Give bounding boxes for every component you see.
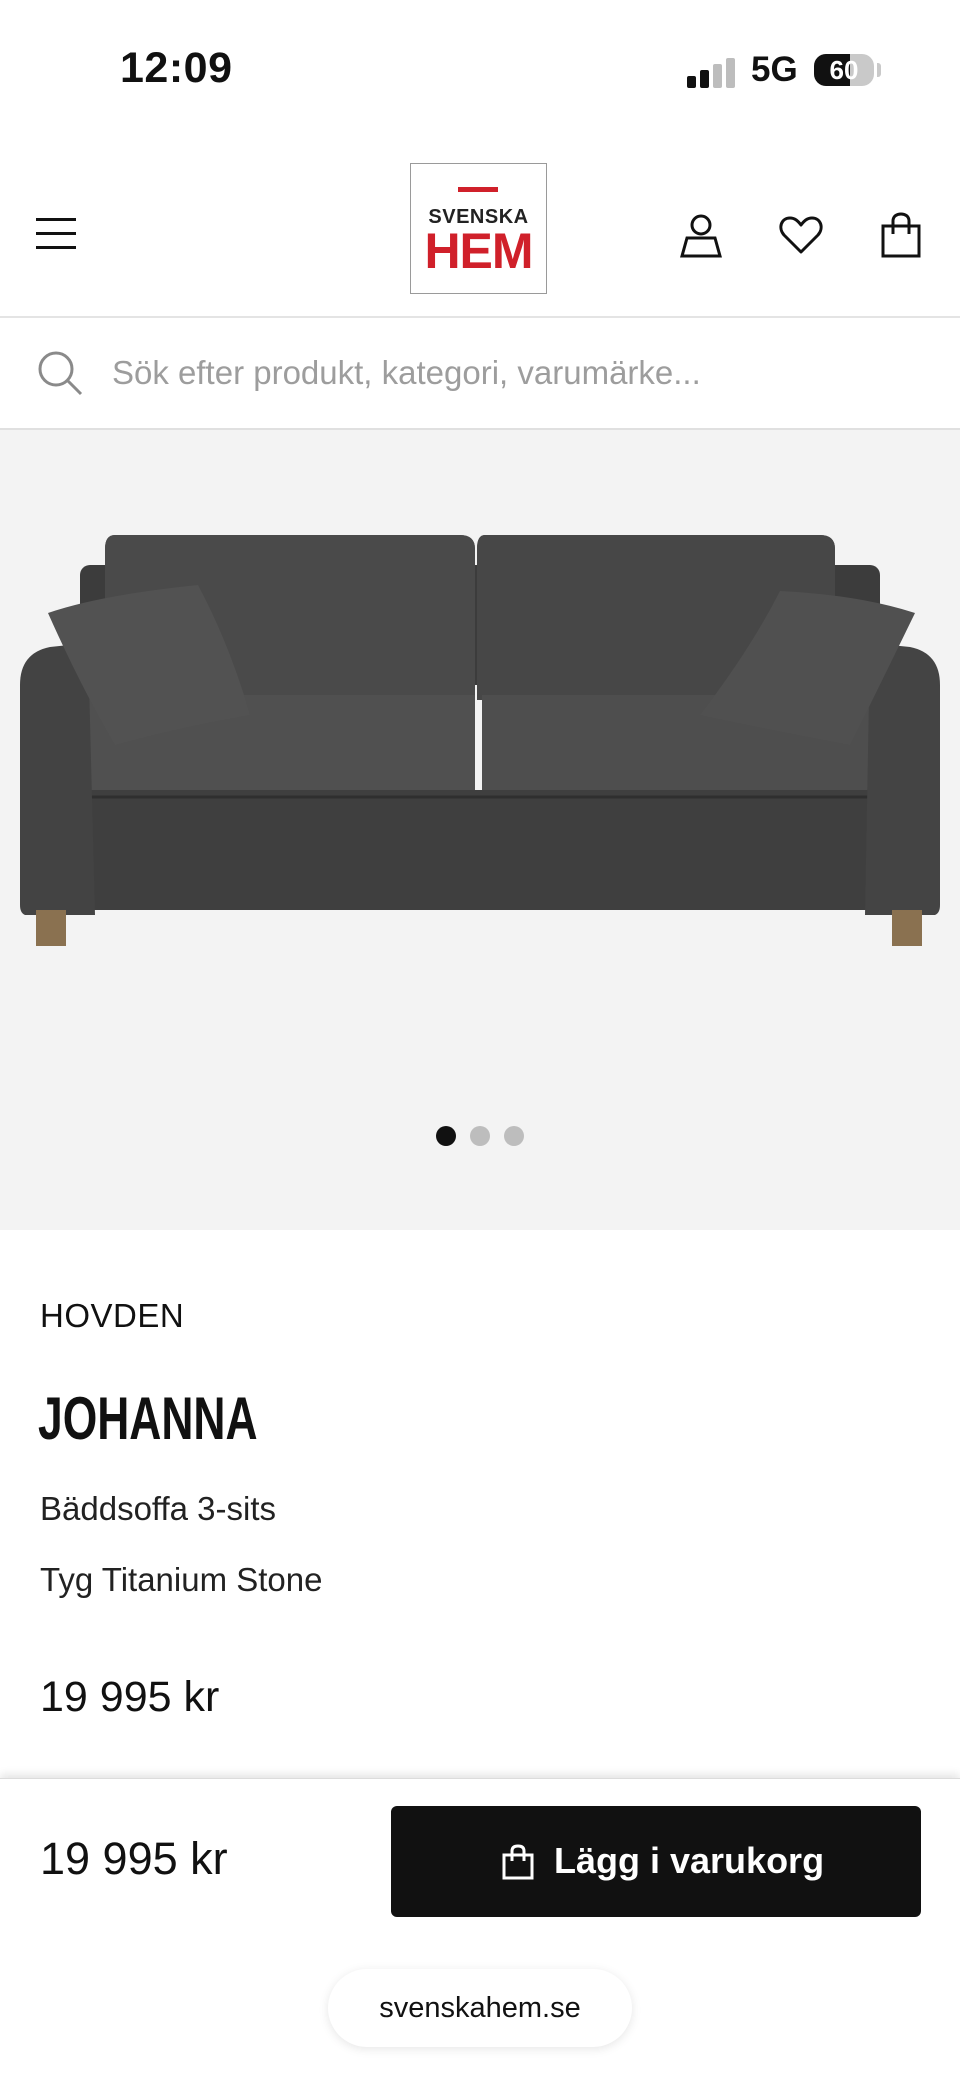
shopping-bag-icon	[501, 1844, 535, 1880]
status-bar: 12:09 5G 60	[0, 0, 960, 140]
product-image-sofa	[20, 535, 940, 946]
logo-text-hem: HEM	[424, 223, 533, 279]
signal-strength-icon	[687, 56, 737, 88]
battery-tip	[877, 63, 881, 77]
product-type: Bäddsoffa 3-sits	[40, 1490, 277, 1527]
account-icon[interactable]	[678, 212, 724, 258]
battery-icon: 60	[814, 54, 874, 86]
site-header: SVENSKA HEM	[0, 140, 960, 318]
search-input[interactable]	[110, 346, 914, 400]
hamburger-menu-button[interactable]	[36, 216, 80, 252]
logo-bar	[458, 187, 498, 192]
browser-url: svenskahem.se	[379, 1992, 581, 2024]
product-image-gallery[interactable]	[0, 430, 960, 1230]
gallery-dot[interactable]	[504, 1126, 524, 1146]
search-bar	[0, 318, 960, 430]
gallery-pagination	[0, 1126, 960, 1151]
product-brand[interactable]: HOVDEN	[40, 1297, 184, 1335]
sticky-price: 19 995 kr	[40, 1833, 228, 1884]
wishlist-heart-icon[interactable]	[778, 212, 824, 258]
product-variant: Tyg Titanium Stone	[40, 1561, 323, 1598]
gallery-dot[interactable]	[436, 1126, 456, 1146]
add-to-cart-label: Lägg i varukorg	[554, 1840, 825, 1881]
product-price: 19 995 kr	[40, 1673, 220, 1721]
status-time: 12:09	[120, 44, 233, 92]
site-logo[interactable]: SVENSKA HEM	[410, 163, 547, 294]
product-title: JOHANNA	[38, 1385, 258, 1452]
sticky-purchase-bar: 19 995 kr Lägg i varukorg svenskahem.se	[0, 1778, 960, 2082]
gallery-dot[interactable]	[470, 1126, 490, 1146]
shopping-bag-icon[interactable]	[878, 212, 924, 258]
battery-percent: 60	[829, 55, 859, 85]
add-to-cart-button[interactable]: Lägg i varukorg	[391, 1806, 921, 1917]
network-type: 5G	[751, 50, 798, 89]
browser-address-bar[interactable]: svenskahem.se	[328, 1969, 632, 2047]
search-icon[interactable]	[36, 349, 84, 397]
